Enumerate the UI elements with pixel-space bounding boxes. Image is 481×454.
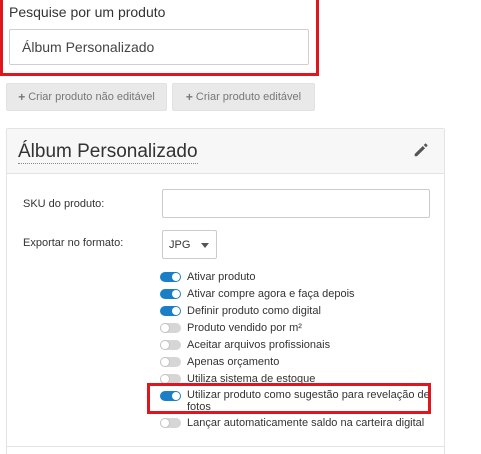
search-label: Pesquise por um produto [9,4,166,20]
toggle-switch[interactable] [160,305,181,316]
option-label: Ativar produto [187,270,256,283]
option-label: Apenas orçamento [187,355,280,368]
option-quote-only: Apenas orçamento [160,354,279,369]
export-format-select[interactable]: JPG [162,230,217,259]
sku-label: SKU do produto: [23,198,105,210]
panel-header: Álbum Personalizado [7,129,444,174]
toggle-switch[interactable] [160,356,181,367]
toggle-switch[interactable] [160,322,181,333]
option-activate-product: Ativar produto [160,269,255,284]
create-not-editable-button[interactable]: + Criar produto não editável [6,83,167,111]
create-editable-button[interactable]: + Criar produto editável [172,83,315,111]
toggle-switch[interactable] [160,271,181,282]
option-buy-now-pay-later: Ativar compre agora e faça depois [160,286,355,301]
sku-input[interactable] [162,189,430,218]
pencil-icon[interactable] [412,141,430,159]
export-format-label: Exportar no formato: [23,237,124,249]
option-sold-per-m2: Produto vendido por m² [160,320,302,335]
option-label: Definir produto como digital [187,304,321,317]
product-title[interactable]: Álbum Personalizado [18,141,198,164]
search-highlight-box: Pesquise por um produto [0,0,319,76]
create-not-editable-label: Criar produto não editável [28,91,155,103]
option-label: Ativar compre agora e faça depois [187,287,355,300]
option-label: Lançar automaticamente saldo na carteira… [187,416,425,429]
option-label: Produto vendido por m² [187,321,302,334]
search-input[interactable] [9,29,309,65]
option-highlight-box [147,383,431,414]
option-professional-files: Aceitar arquivos profissionais [160,337,330,352]
toggle-switch[interactable] [160,373,181,384]
option-digital-product: Definir produto como digital [160,303,321,318]
chevron-down-icon [201,243,209,248]
create-editable-label: Criar produto editável [195,91,302,103]
option-label: Aceitar arquivos profissionais [187,338,331,351]
toggle-switch[interactable] [160,339,181,350]
plus-icon: + [185,90,193,104]
toggle-switch[interactable] [160,288,181,299]
toggle-switch[interactable] [160,417,181,428]
plus-icon: + [18,90,26,104]
export-format-value: JPG [169,238,191,251]
panel-divider [6,446,445,447]
option-digital-wallet: Lançar automaticamente saldo na carteira… [160,415,424,430]
